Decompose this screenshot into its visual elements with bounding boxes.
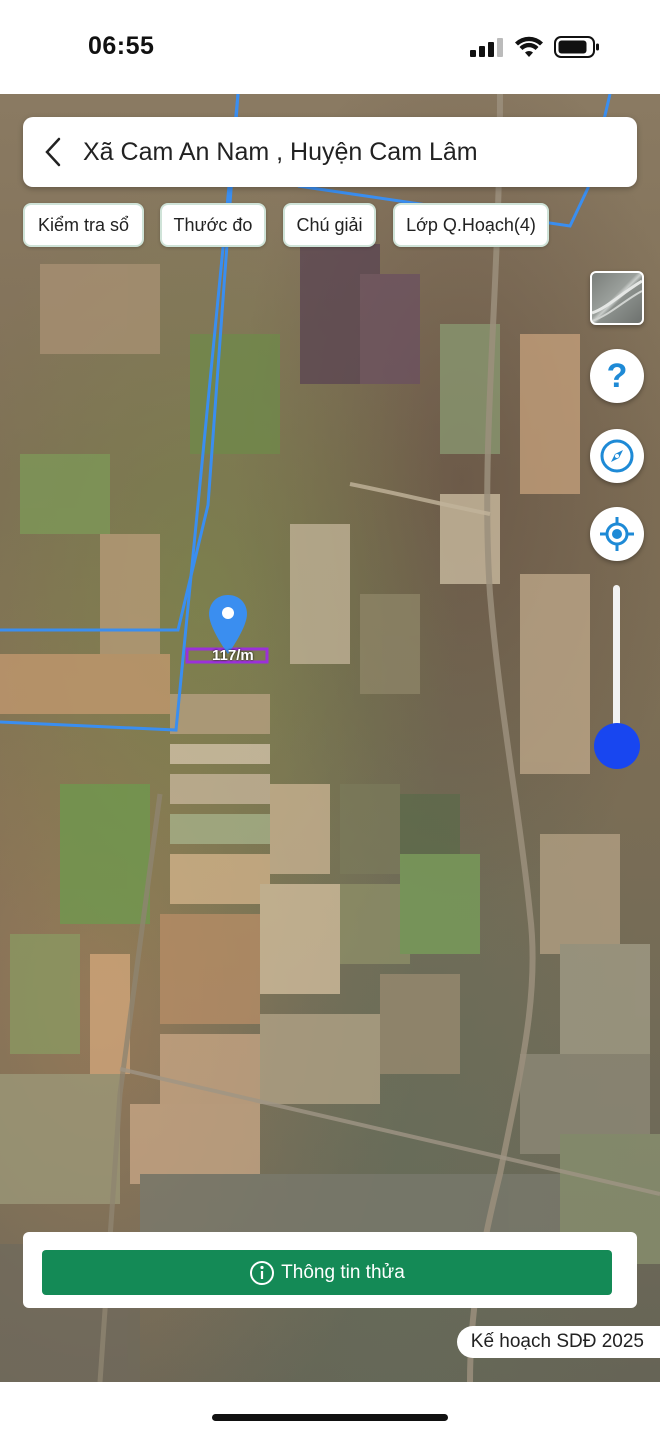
parcel-info-button[interactable]: Thông tin thửa [42, 1250, 612, 1295]
help-icon: ? [607, 357, 628, 395]
map-overlay [0, 94, 660, 1382]
legend-chip[interactable]: Chú giải [283, 203, 376, 247]
status-bar: 06:55 [0, 0, 660, 94]
status-time: 06:55 [88, 32, 155, 60]
layer-icon [592, 279, 642, 322]
svg-text:?: ? [607, 357, 628, 395]
location-title: Xã Cam An Nam , Huyện Cam Lâm [83, 137, 478, 166]
check-book-chip[interactable]: Kiểm tra sổ [23, 203, 144, 247]
compass-button[interactable] [590, 429, 644, 483]
zoom-slider-thumb[interactable] [594, 723, 640, 769]
back-button[interactable] [23, 117, 83, 187]
satellite-map[interactable] [0, 94, 660, 1382]
parcel-info-card: Thông tin thửa [23, 1232, 637, 1308]
planning-layer-chip[interactable]: Lớp Q.Hoạch(4) [393, 203, 549, 247]
status-icons [470, 36, 600, 58]
compass-icon [600, 439, 634, 473]
locate-icon [600, 517, 634, 551]
info-icon [250, 1260, 275, 1285]
plan-badge[interactable]: Kế hoạch SDĐ 2025 [456, 1326, 660, 1358]
location-search-bar[interactable]: Xã Cam An Nam , Huyện Cam Lâm [23, 117, 637, 187]
signal-icon [470, 38, 503, 57]
parcel-label: 117/m [212, 647, 254, 664]
home-indicator[interactable] [212, 1414, 448, 1421]
layer-toggle-button[interactable] [590, 271, 644, 325]
parcel-info-label: Thông tin thửa [281, 1261, 405, 1283]
wifi-icon [515, 36, 543, 57]
help-button[interactable]: ? [590, 349, 644, 403]
ruler-chip[interactable]: Thước đo [160, 203, 266, 247]
back-icon [45, 137, 61, 167]
home-area [0, 1382, 660, 1434]
locate-button[interactable] [590, 507, 644, 561]
battery-icon [554, 36, 599, 58]
